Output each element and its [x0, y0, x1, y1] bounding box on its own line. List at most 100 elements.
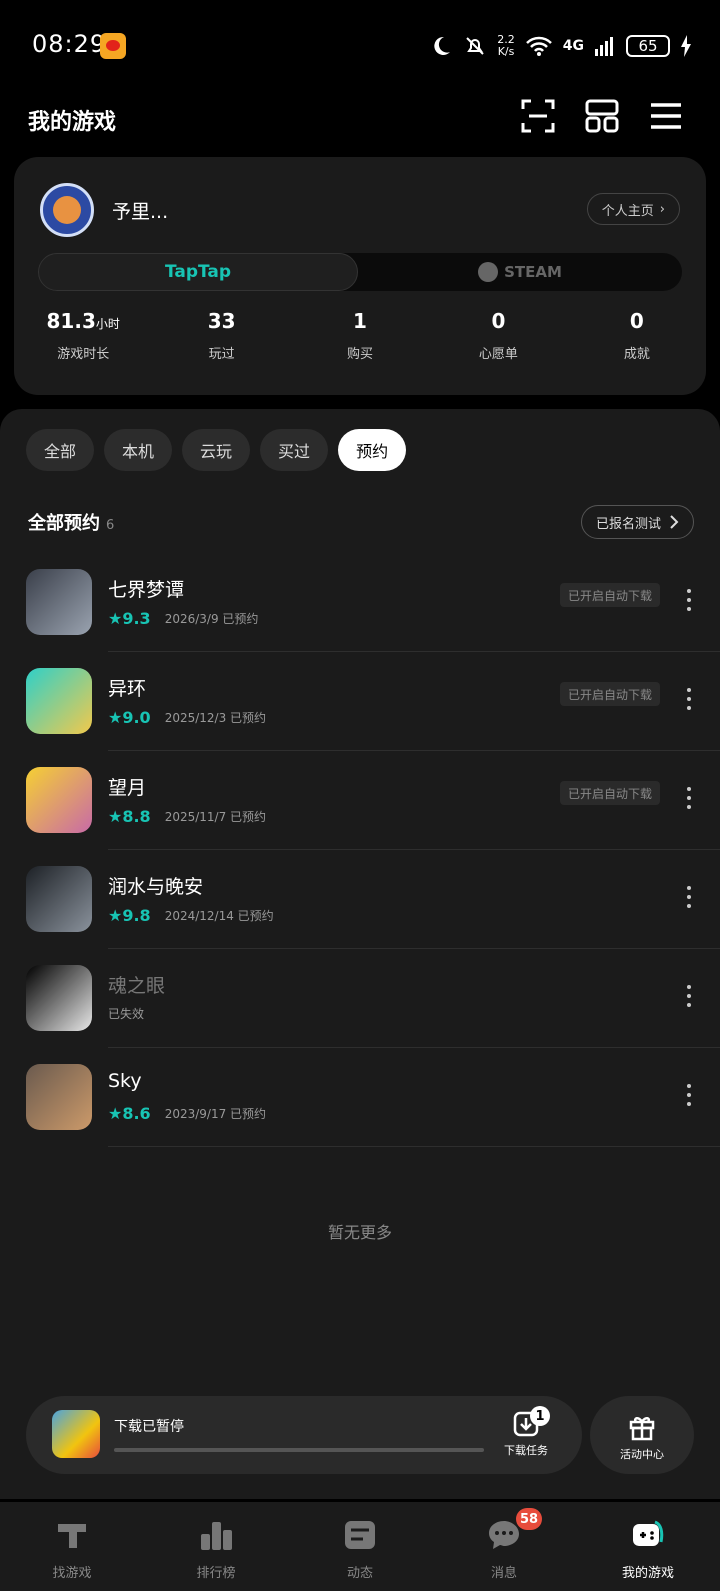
- filter-chip-cloud[interactable]: 云玩: [182, 429, 251, 471]
- bell-off-icon: [466, 37, 484, 55]
- game-icon[interactable]: [26, 668, 92, 734]
- nav-label: 排行榜: [196, 1566, 236, 1581]
- star-icon: ★: [108, 609, 123, 628]
- more-options-icon[interactable]: [686, 589, 692, 611]
- stat-achievements[interactable]: 0 成就: [568, 309, 706, 362]
- event-center-button[interactable]: 活动中心: [590, 1396, 694, 1474]
- chevron-right-icon: ›: [659, 201, 665, 217]
- games-panel: 全部 本机 云玩 买过 预约 全部预约 6 已报名测试 七界梦谭 ★9.3 2026/…: [0, 409, 720, 1499]
- filter-chips: 全部 本机 云玩 买过 预约: [26, 429, 407, 471]
- stat-label: 成就: [623, 347, 650, 362]
- taptap-logo-icon: [58, 1524, 86, 1548]
- game-meta: ★9.0 2025/12/3 已预约: [108, 708, 266, 727]
- beta-signup-button[interactable]: 已报名测试: [580, 505, 694, 539]
- wifi-icon: [525, 36, 552, 56]
- stat-value: 1: [353, 309, 367, 333]
- stat-unit: 小时: [95, 317, 120, 331]
- nav-label: 我的游戏: [621, 1566, 674, 1581]
- game-icon[interactable]: [26, 569, 92, 635]
- stat-label: 游戏时长: [57, 347, 110, 362]
- no-more-text: 暂无更多: [327, 1223, 392, 1242]
- platform-tab-steam-label: STEAM: [504, 263, 562, 281]
- game-rating: ★9.3: [108, 609, 151, 628]
- signal-icon: [595, 37, 613, 56]
- platform-tab-taptap[interactable]: TapTap: [38, 253, 358, 291]
- game-list-item[interactable]: 七界梦谭 ★9.3 2026/3/9 已预约 已开启自动下载: [0, 553, 720, 652]
- auto-download-tag: 已开启自动下载: [559, 682, 660, 706]
- game-name[interactable]: 异环: [108, 674, 146, 701]
- nav-label: 找游戏: [52, 1566, 92, 1581]
- game-list-item[interactable]: 润水与晚安 ★9.8 2024/12/14 已预约: [0, 850, 720, 949]
- game-name[interactable]: 润水与晚安: [108, 872, 203, 899]
- game-list-item[interactable]: 望月 ★8.8 2025/11/7 已预约 已开启自动下载: [0, 751, 720, 850]
- more-options-icon[interactable]: [686, 1084, 692, 1106]
- filter-chip-local[interactable]: 本机: [104, 429, 173, 471]
- game-rating: ★8.8: [108, 807, 151, 826]
- game-meta: ★9.8 2024/12/14 已预约: [108, 906, 274, 925]
- charging-icon: [681, 35, 691, 57]
- game-rating: ★8.6: [108, 1104, 151, 1123]
- stat-value: 0: [491, 309, 506, 333]
- game-reserve-date: 2025/12/3 已预约: [164, 711, 267, 725]
- filter-chip-all[interactable]: 全部: [26, 429, 95, 471]
- game-name[interactable]: 望月: [108, 773, 146, 800]
- nav-find-games[interactable]: 找游戏: [0, 1502, 144, 1591]
- status-icons: 2.2 K/s 4G 65: [429, 30, 692, 62]
- scan-icon[interactable]: [520, 98, 556, 134]
- profile-button[interactable]: 个人主页 ›: [586, 193, 680, 225]
- game-icon[interactable]: [26, 1064, 92, 1130]
- battery-indicator: 65: [626, 35, 670, 57]
- steam-logo-icon: [478, 262, 499, 282]
- stats-row: 81.3小时 游戏时长 33 玩过 1 购买 0 心愿单 0 成就: [14, 309, 706, 362]
- nav-feed[interactable]: 动态: [288, 1502, 432, 1591]
- layout-grid-icon[interactable]: [584, 98, 620, 134]
- avatar[interactable]: [40, 183, 94, 237]
- star-icon: ★: [108, 807, 123, 826]
- game-icon[interactable]: [26, 965, 92, 1031]
- game-name[interactable]: 魂之眼: [108, 971, 165, 998]
- filter-chip-bought[interactable]: 买过: [260, 429, 329, 471]
- nav-label: 动态: [346, 1566, 373, 1581]
- more-options-icon[interactable]: [686, 787, 692, 809]
- game-meta: ★8.8 2025/11/7 已预约: [108, 807, 266, 826]
- section-title: 全部预约: [28, 513, 100, 534]
- username[interactable]: 予里...: [112, 197, 168, 224]
- game-list-item[interactable]: Sky ★8.6 2023/9/17 已预约: [0, 1048, 720, 1147]
- stat-playtime[interactable]: 81.3小时 游戏时长: [14, 309, 152, 362]
- beta-signup-label: 已报名测试: [595, 516, 661, 532]
- game-icon[interactable]: [26, 866, 92, 932]
- game-name[interactable]: 七界梦谭: [108, 575, 184, 602]
- bottom-nav: 找游戏 排行榜 动态 58 消息 我的游戏: [0, 1502, 720, 1591]
- section-header: 全部预约 6: [28, 509, 114, 535]
- download-task-button[interactable]: 下载任务 1: [496, 1406, 556, 1458]
- feed-icon: [345, 1521, 375, 1549]
- platform-tab-steam[interactable]: STEAM: [358, 253, 682, 291]
- game-reserve-date: 已失效: [108, 1007, 145, 1021]
- more-options-icon[interactable]: [686, 688, 692, 710]
- nav-my-games[interactable]: 我的游戏: [576, 1502, 720, 1591]
- download-status: 下载已暂停: [114, 1419, 184, 1435]
- gift-icon: [629, 1417, 655, 1441]
- game-meta: ★8.6 2023/9/17 已预约: [108, 1104, 266, 1123]
- menu-icon[interactable]: [648, 98, 684, 134]
- game-name[interactable]: Sky: [108, 1070, 142, 1092]
- stat-purchased[interactable]: 1 购买: [291, 309, 429, 362]
- nav-ranking[interactable]: 排行榜: [144, 1502, 288, 1591]
- download-bar[interactable]: 下载已暂停 下载任务 1: [26, 1396, 582, 1474]
- event-center-label: 活动中心: [620, 1448, 664, 1461]
- filter-chip-reserved[interactable]: 预约: [338, 429, 407, 471]
- nav-messages[interactable]: 58 消息: [432, 1502, 576, 1591]
- download-progress: [114, 1448, 484, 1452]
- game-list-item[interactable]: 魂之眼 已失效: [0, 949, 720, 1048]
- game-icon[interactable]: [26, 767, 92, 833]
- platform-switch: TapTap STEAM: [38, 253, 682, 291]
- status-time: 08:29: [32, 30, 107, 58]
- game-list-item[interactable]: 异环 ★9.0 2025/12/3 已预约 已开启自动下载: [0, 652, 720, 751]
- more-options-icon[interactable]: [686, 985, 692, 1007]
- more-options-icon[interactable]: [686, 886, 692, 908]
- game-reserve-date: 2024/12/14 已预约: [164, 909, 274, 923]
- weibo-notification-icon: [100, 33, 126, 59]
- stat-played[interactable]: 33 玩过: [152, 309, 290, 362]
- net-speed: 2.2 K/s: [497, 33, 515, 58]
- stat-wishlist[interactable]: 0 心愿单: [429, 309, 567, 362]
